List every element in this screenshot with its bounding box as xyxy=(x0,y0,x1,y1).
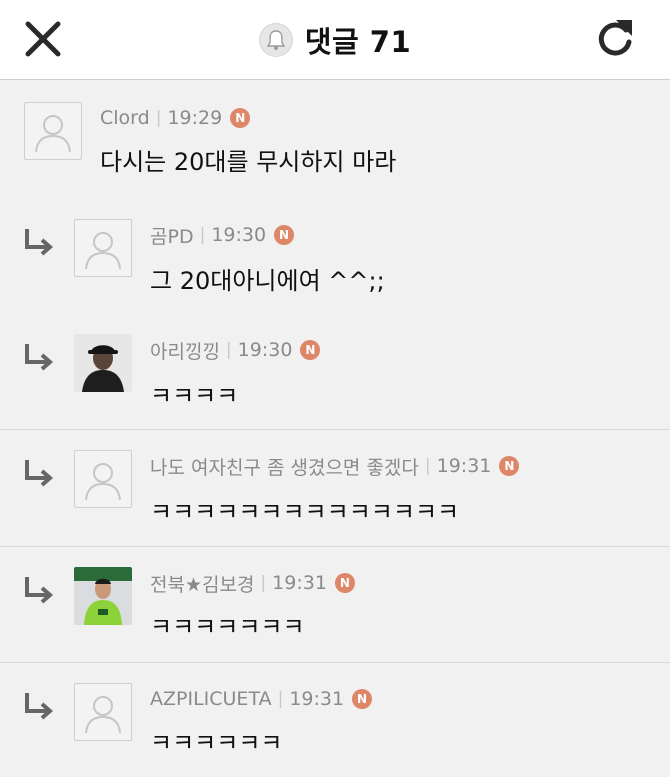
comment-text: ㅋㅋㅋㅋㅋㅋㅋ xyxy=(150,613,305,641)
reply-arrow-icon xyxy=(25,577,54,604)
comment-text: 다시는 20대를 무시하지 마라 xyxy=(100,148,397,176)
meta-separator: | xyxy=(424,456,431,476)
comment-author[interactable]: AZPILICUETA xyxy=(150,688,272,710)
comment-item: Clord | 19:29 N 다시는 20대를 무시하지 마라 xyxy=(0,80,670,195)
default-avatar-icon xyxy=(35,115,71,153)
new-badge: N xyxy=(300,340,321,360)
comment-text: ㅋㅋㅋㅋㅋㅋ xyxy=(150,729,283,757)
default-avatar-icon xyxy=(85,696,121,734)
meta-separator: | xyxy=(277,689,284,709)
new-badge: N xyxy=(274,225,295,245)
comment-time: 19:31 xyxy=(289,688,345,710)
comment-meta: 아리낑낑 | 19:30 N xyxy=(150,336,321,364)
new-badge: N xyxy=(230,108,251,128)
default-avatar-icon xyxy=(85,463,121,501)
notification-bell-button[interactable] xyxy=(258,23,293,57)
comment-meta: AZPILICUETA | 19:31 N xyxy=(150,685,373,713)
comment-author[interactable]: Clord xyxy=(100,107,150,129)
meta-separator: | xyxy=(225,340,232,360)
avatar[interactable] xyxy=(74,567,132,625)
reply-item: 전북★김보경 | 19:31 N ㅋㅋㅋㅋㅋㅋㅋ xyxy=(0,547,670,662)
comment-text: 그 20대아니에여 ^^;; xyxy=(150,267,385,295)
meta-separator: | xyxy=(199,225,206,245)
comment-time: 19:30 xyxy=(211,224,267,246)
reply-arrow-icon xyxy=(25,229,54,256)
refresh-button[interactable] xyxy=(592,14,638,62)
new-badge: N xyxy=(499,456,520,476)
reply-arrow-icon xyxy=(25,344,54,371)
page-title: 댓글 71 xyxy=(304,25,412,59)
avatar[interactable] xyxy=(74,219,132,277)
comment-author[interactable]: 전북★김보경 xyxy=(150,570,254,597)
comment-text: ㅋㅋㅋㅋㅋㅋㅋㅋㅋㅋㅋㅋㅋㅋ xyxy=(150,498,460,526)
comment-author[interactable]: 곰PD xyxy=(150,222,194,249)
new-badge: N xyxy=(352,689,373,709)
avatar[interactable] xyxy=(74,683,132,741)
reply-arrow-icon xyxy=(25,460,54,487)
comment-time: 19:31 xyxy=(272,572,327,594)
refresh-icon xyxy=(598,20,632,56)
comment-time: 19:31 xyxy=(436,455,492,477)
comment-author[interactable]: 나도 여자친구 좀 생겼으면 좋겠다 xyxy=(150,453,419,480)
meta-separator: | xyxy=(260,573,267,593)
avatar[interactable] xyxy=(74,334,132,392)
default-avatar-icon xyxy=(85,232,121,270)
reply-item: AZPILICUETA | 19:31 N ㅋㅋㅋㅋㅋㅋ xyxy=(0,663,670,777)
avatar[interactable] xyxy=(24,102,82,160)
top-bar: 댓글 71 xyxy=(0,0,670,80)
comment-meta: 곰PD | 19:30 N xyxy=(150,221,295,249)
reply-arrow-icon xyxy=(25,693,54,720)
comment-meta: Clord | 19:29 N xyxy=(100,104,251,132)
new-badge: N xyxy=(334,573,355,593)
meta-separator: | xyxy=(155,108,162,128)
reply-item: 나도 여자친구 좀 생겼으면 좋겠다 | 19:31 N ㅋㅋㅋㅋㅋㅋㅋㅋㅋㅋㅋ… xyxy=(0,430,670,546)
comment-meta: 전북★김보경 | 19:31 N xyxy=(150,569,355,597)
comment-time: 19:29 xyxy=(167,107,223,129)
reply-item: 곰PD | 19:30 N 그 20대아니에여 ^^;; xyxy=(0,195,670,310)
comment-author[interactable]: 아리낑낑 xyxy=(150,337,220,364)
reply-item: 아리낑낑 | 19:30 N ㅋㅋㅋㅋ xyxy=(0,310,670,429)
comment-time: 19:30 xyxy=(237,339,293,361)
avatar[interactable] xyxy=(74,450,132,508)
comment-meta: 나도 여자친구 좀 생겼으면 좋겠다 | 19:31 N xyxy=(150,452,520,480)
profile-photo-soccer-player-icon xyxy=(74,567,132,625)
bell-icon xyxy=(266,30,286,50)
comment-text: ㅋㅋㅋㅋ xyxy=(150,382,239,410)
title-group: 댓글 71 xyxy=(0,0,670,80)
profile-photo-person-icon xyxy=(74,334,132,392)
